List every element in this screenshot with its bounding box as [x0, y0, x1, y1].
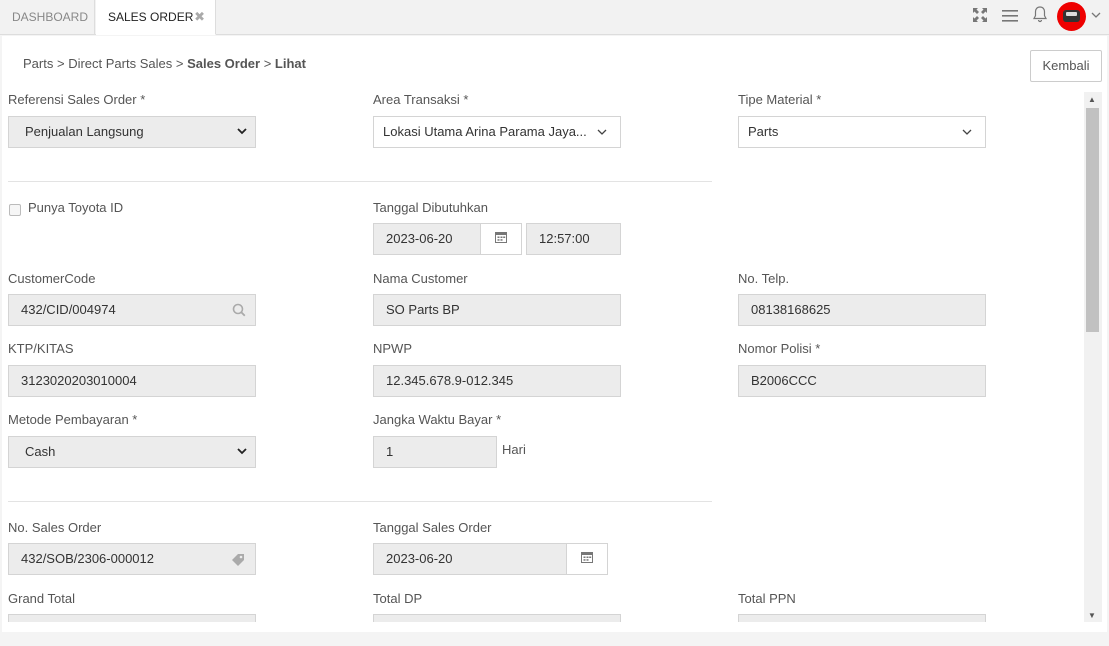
breadcrumb-separator: >	[175, 56, 184, 71]
polisi-field[interactable]: B2006CCC	[738, 365, 986, 397]
no-so-label: No. Sales Order	[8, 520, 102, 535]
ktp-label: KTP/KITAS	[8, 341, 74, 356]
breadcrumb-separator: >	[263, 56, 272, 71]
calendar-icon[interactable]	[480, 223, 522, 255]
npwp-field[interactable]: 12.345.678.9-012.345	[373, 365, 621, 397]
tipe-select[interactable]: Parts	[738, 116, 986, 148]
toyota-id-label: Punya Toyota ID	[28, 200, 124, 215]
metode-value: Cash	[25, 444, 56, 459]
bell-icon[interactable]	[1028, 5, 1052, 29]
top-bar: DASHBOARD SALES ORDER ✖	[0, 0, 1109, 35]
breadcrumb-parts[interactable]: Parts	[23, 56, 53, 71]
area-value: Lokasi Utama Arina Parama Jaya...	[383, 124, 587, 139]
polisi-label: Nomor Polisi *	[738, 341, 821, 356]
customer-code-field[interactable]: 432/CID/004974	[8, 294, 256, 326]
form-area: Referensi Sales Order * Penjualan Langsu…	[2, 90, 1084, 622]
hamburger-menu-icon[interactable]	[998, 5, 1022, 29]
nama-customer-field[interactable]: SO Parts BP	[373, 294, 621, 326]
toyota-id-checkbox[interactable]	[9, 204, 21, 216]
tanggal-dibutuhkan-time[interactable]: 12:57:00	[526, 223, 621, 255]
customer-code-value: 432/CID/004974	[21, 302, 116, 317]
close-icon[interactable]: ✖	[194, 0, 205, 34]
area-select[interactable]: Lokasi Utama Arina Parama Jaya...	[373, 116, 621, 148]
scroll-up-icon[interactable]: ▲	[1088, 95, 1096, 104]
tipe-label: Tipe Material *	[738, 92, 822, 107]
referensi-value: Penjualan Langsung	[25, 124, 144, 139]
car-icon	[1063, 10, 1080, 22]
search-icon[interactable]	[232, 295, 246, 335]
avatar-car-icon[interactable]	[1057, 2, 1086, 31]
tab-sales-order-label: SALES ORDER	[108, 10, 194, 24]
nama-customer-label: Nama Customer	[373, 271, 468, 286]
breadcrumb: Parts > Direct Parts Sales > Sales Order…	[23, 56, 306, 71]
customer-code-label: CustomerCode	[8, 271, 96, 286]
main-panel: Parts > Direct Parts Sales > Sales Order…	[2, 36, 1107, 632]
chevron-down-icon	[237, 437, 247, 479]
tab-sales-order[interactable]: SALES ORDER ✖	[96, 0, 216, 35]
jangka-field[interactable]: 1	[373, 436, 497, 468]
total-dp-label: Total DP	[373, 591, 423, 606]
calendar-icon[interactable]	[566, 543, 608, 575]
tipe-value: Parts	[748, 124, 779, 139]
breadcrumb-separator: >	[56, 56, 65, 71]
chevron-down-icon[interactable]	[1090, 9, 1104, 25]
tanggal-dibutuhkan-label: Tanggal Dibutuhkan	[373, 200, 488, 215]
chevron-down-icon	[962, 117, 972, 159]
ktp-field[interactable]: 3123020203010004	[8, 365, 256, 397]
metode-select[interactable]: Cash	[8, 436, 256, 468]
metode-label: Metode Pembayaran *	[8, 412, 138, 427]
divider	[8, 181, 712, 182]
total-ppn-label: Total PPN	[738, 591, 796, 606]
tab-dashboard[interactable]: DASHBOARD	[0, 0, 95, 35]
breadcrumb-lihat: Lihat	[274, 56, 306, 71]
tanggal-so-field[interactable]: 2023-06-20	[373, 543, 567, 575]
breadcrumb-sales-order[interactable]: Sales Order	[187, 56, 260, 71]
tag-icon	[230, 544, 246, 584]
expand-icon[interactable]	[968, 5, 992, 29]
tanggal-so-label: Tanggal Sales Order	[373, 520, 492, 535]
tab-dashboard-label: DASHBOARD	[12, 10, 89, 24]
no-so-value: 432/SOB/2306-000012	[21, 551, 154, 566]
referensi-label: Referensi Sales Order *	[8, 92, 146, 107]
scrollbar-thumb[interactable]	[1086, 108, 1099, 332]
scroll-down-icon[interactable]: ▼	[1088, 611, 1096, 620]
grand-total-field[interactable]	[8, 614, 256, 622]
total-ppn-field[interactable]	[738, 614, 986, 622]
chevron-down-icon	[597, 117, 607, 159]
referensi-select[interactable]: Penjualan Langsung	[8, 116, 256, 148]
total-dp-field[interactable]	[373, 614, 621, 622]
divider	[8, 501, 712, 502]
npwp-label: NPWP	[373, 341, 412, 356]
vertical-scrollbar[interactable]: ▲ ▼	[1084, 92, 1102, 622]
grand-total-label: Grand Total	[8, 591, 75, 606]
breadcrumb-direct-parts-sales[interactable]: Direct Parts Sales	[68, 56, 172, 71]
telp-label: No. Telp.	[738, 271, 790, 286]
jangka-suffix: Hari	[502, 442, 526, 457]
telp-field[interactable]: 08138168625	[738, 294, 986, 326]
jangka-label: Jangka Waktu Bayar *	[373, 412, 502, 427]
no-so-field[interactable]: 432/SOB/2306-000012	[8, 543, 256, 575]
tanggal-dibutuhkan-date[interactable]: 2023-06-20	[373, 223, 481, 255]
back-button[interactable]: Kembali	[1030, 50, 1102, 82]
chevron-down-icon	[237, 117, 247, 159]
area-label: Area Transaksi *	[373, 92, 469, 107]
